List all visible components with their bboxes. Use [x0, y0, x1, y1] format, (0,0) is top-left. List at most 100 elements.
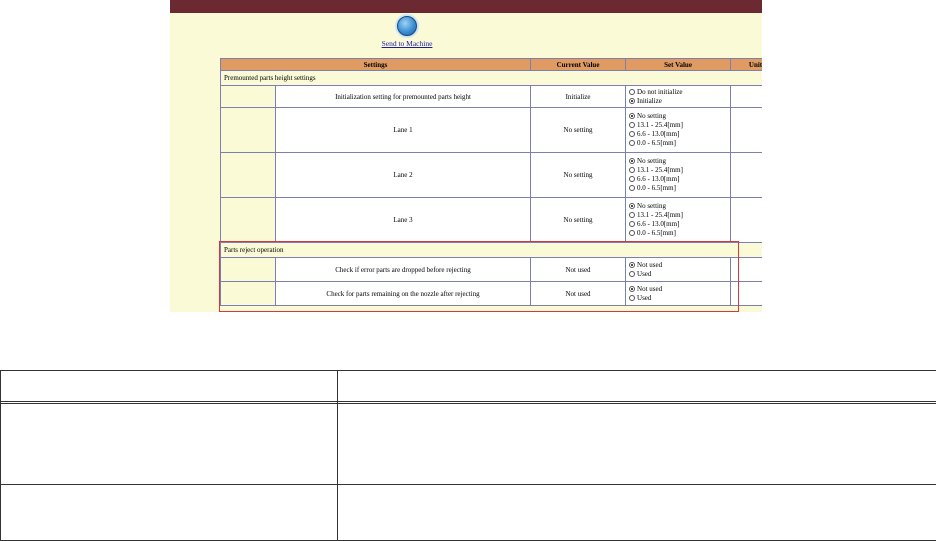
radio-option[interactable]: No setting — [629, 157, 730, 166]
radio-button[interactable] — [629, 185, 636, 191]
doc-cell — [337, 483, 936, 541]
row-spacer — [220, 152, 276, 198]
setting-name: Lane 3 — [274, 197, 532, 243]
radio-button[interactable] — [629, 88, 636, 95]
radio-label: 6.6 - 13.0[mm] — [637, 175, 680, 183]
radio-button[interactable] — [629, 167, 636, 173]
set-value-options: Do not initialize Initialize — [625, 85, 732, 108]
unit-cell — [730, 152, 762, 198]
header-settings: Settings — [219, 58, 532, 71]
doc-table-row — [0, 403, 936, 485]
doc-cell — [0, 403, 338, 485]
radio-option[interactable]: No setting — [629, 112, 730, 121]
radio-option[interactable]: Not used — [629, 261, 730, 270]
set-value-options: No setting 13.1 - 25.4[mm] 6.6 - 13.0[mm… — [625, 197, 732, 243]
radio-label: No setting — [637, 112, 666, 120]
section-row: Parts reject operation — [219, 242, 762, 258]
set-value-options: No setting 13.1 - 25.4[mm] 6.6 - 13.0[mm… — [625, 107, 732, 153]
table-row: Check for parts remaining on the nozzle … — [220, 281, 762, 306]
row-spacer — [220, 107, 276, 153]
radio-button[interactable] — [629, 294, 636, 301]
settings-table: Settings Current Value Set Value Unit Pr… — [219, 58, 762, 306]
radio-option[interactable]: 0.0 - 6.5[mm] — [629, 184, 730, 193]
radio-button-selected[interactable] — [629, 203, 636, 209]
radio-button[interactable] — [629, 212, 636, 218]
radio-label: Used — [637, 293, 652, 302]
radio-button-selected[interactable] — [629, 261, 636, 268]
doc-table-header-row — [0, 369, 936, 403]
radio-button[interactable] — [629, 230, 636, 236]
radio-option[interactable]: 6.6 - 13.0[mm] — [629, 220, 730, 229]
radio-button[interactable] — [629, 140, 636, 146]
setting-name: Check if error parts are dropped before … — [274, 257, 532, 282]
radio-option[interactable]: 0.0 - 6.5[mm] — [629, 229, 730, 238]
radio-label: 0.0 - 6.5[mm] — [637, 184, 676, 192]
send-to-machine-icon[interactable] — [397, 16, 417, 36]
radio-button-selected[interactable] — [629, 113, 636, 119]
row-spacer — [220, 197, 276, 243]
radio-button[interactable] — [629, 270, 636, 277]
radio-button[interactable] — [629, 176, 636, 182]
set-value-options: Not used Used — [625, 281, 732, 306]
setting-name: Lane 2 — [274, 152, 532, 198]
radio-option[interactable]: 13.1 - 25.4[mm] — [629, 166, 730, 175]
radio-option[interactable]: 0.0 - 6.5[mm] — [629, 139, 730, 148]
radio-label: 13.1 - 25.4[mm] — [637, 166, 683, 174]
radio-label: 13.1 - 25.4[mm] — [637, 121, 683, 129]
radio-option[interactable]: 13.1 - 25.4[mm] — [629, 211, 730, 220]
radio-option[interactable]: Initialize — [629, 97, 730, 106]
row-spacer — [220, 281, 276, 306]
radio-button[interactable] — [629, 131, 636, 137]
doc-cell — [337, 403, 936, 485]
unit-cell — [730, 257, 762, 282]
setting-name: Check for parts remaining on the nozzle … — [274, 281, 532, 306]
radio-label: 0.0 - 6.5[mm] — [637, 139, 676, 147]
unit-cell — [730, 85, 762, 108]
send-to-machine-button[interactable]: Send to Machine — [379, 16, 435, 48]
radio-button[interactable] — [629, 221, 636, 227]
radio-option[interactable]: 13.1 - 25.4[mm] — [629, 121, 730, 130]
radio-label: No setting — [637, 202, 666, 210]
radio-button-selected[interactable] — [629, 285, 636, 292]
radio-button[interactable] — [629, 122, 636, 128]
document-table — [0, 369, 936, 541]
doc-header-cell — [337, 369, 936, 403]
radio-label: 0.0 - 6.5[mm] — [637, 229, 676, 237]
radio-label: 6.6 - 13.0[mm] — [637, 130, 680, 138]
header-unit: Unit — [730, 58, 762, 71]
section-title: Premounted parts height settings — [219, 70, 762, 86]
set-value-options: No setting 13.1 - 25.4[mm] 6.6 - 13.0[mm… — [625, 152, 732, 198]
doc-cell — [0, 483, 338, 541]
row-spacer — [220, 257, 276, 282]
radio-option[interactable]: Do not initialize — [629, 88, 730, 97]
radio-button-selected[interactable] — [629, 158, 636, 164]
radio-option[interactable]: 6.6 - 13.0[mm] — [629, 130, 730, 139]
radio-option[interactable]: 6.6 - 13.0[mm] — [629, 175, 730, 184]
current-value: No setting — [530, 152, 627, 198]
radio-option[interactable]: Used — [629, 270, 730, 279]
radio-label: Do not initialize — [637, 87, 683, 96]
send-to-machine-link[interactable]: Send to Machine — [379, 39, 435, 48]
current-value: No setting — [530, 197, 627, 243]
table-row: Lane 3 No setting No setting 13.1 - 25.4… — [220, 197, 762, 243]
settings-screenshot: Send to Machine Settings Current Value S… — [170, 0, 762, 312]
doc-header-cell — [0, 369, 338, 403]
current-value: Not used — [530, 281, 627, 306]
radio-label: Initialize — [637, 96, 662, 105]
radio-option[interactable]: Used — [629, 294, 730, 303]
setting-name: Initialization setting for premounted pa… — [274, 85, 532, 108]
unit-cell — [730, 281, 762, 306]
radio-button-selected[interactable] — [629, 97, 636, 104]
current-value: No setting — [530, 107, 627, 153]
current-value: Initialize — [530, 85, 627, 108]
row-spacer — [220, 85, 276, 108]
radio-label: 13.1 - 25.4[mm] — [637, 211, 683, 219]
radio-option[interactable]: No setting — [629, 202, 730, 211]
radio-option[interactable]: Not used — [629, 285, 730, 294]
section-title: Parts reject operation — [219, 242, 762, 258]
radio-label: 6.6 - 13.0[mm] — [637, 220, 680, 228]
radio-label: Not used — [637, 284, 663, 293]
table-row: Initialization setting for premounted pa… — [220, 85, 762, 108]
table-row: Check if error parts are dropped before … — [220, 257, 762, 282]
section-row: Premounted parts height settings — [219, 70, 762, 86]
